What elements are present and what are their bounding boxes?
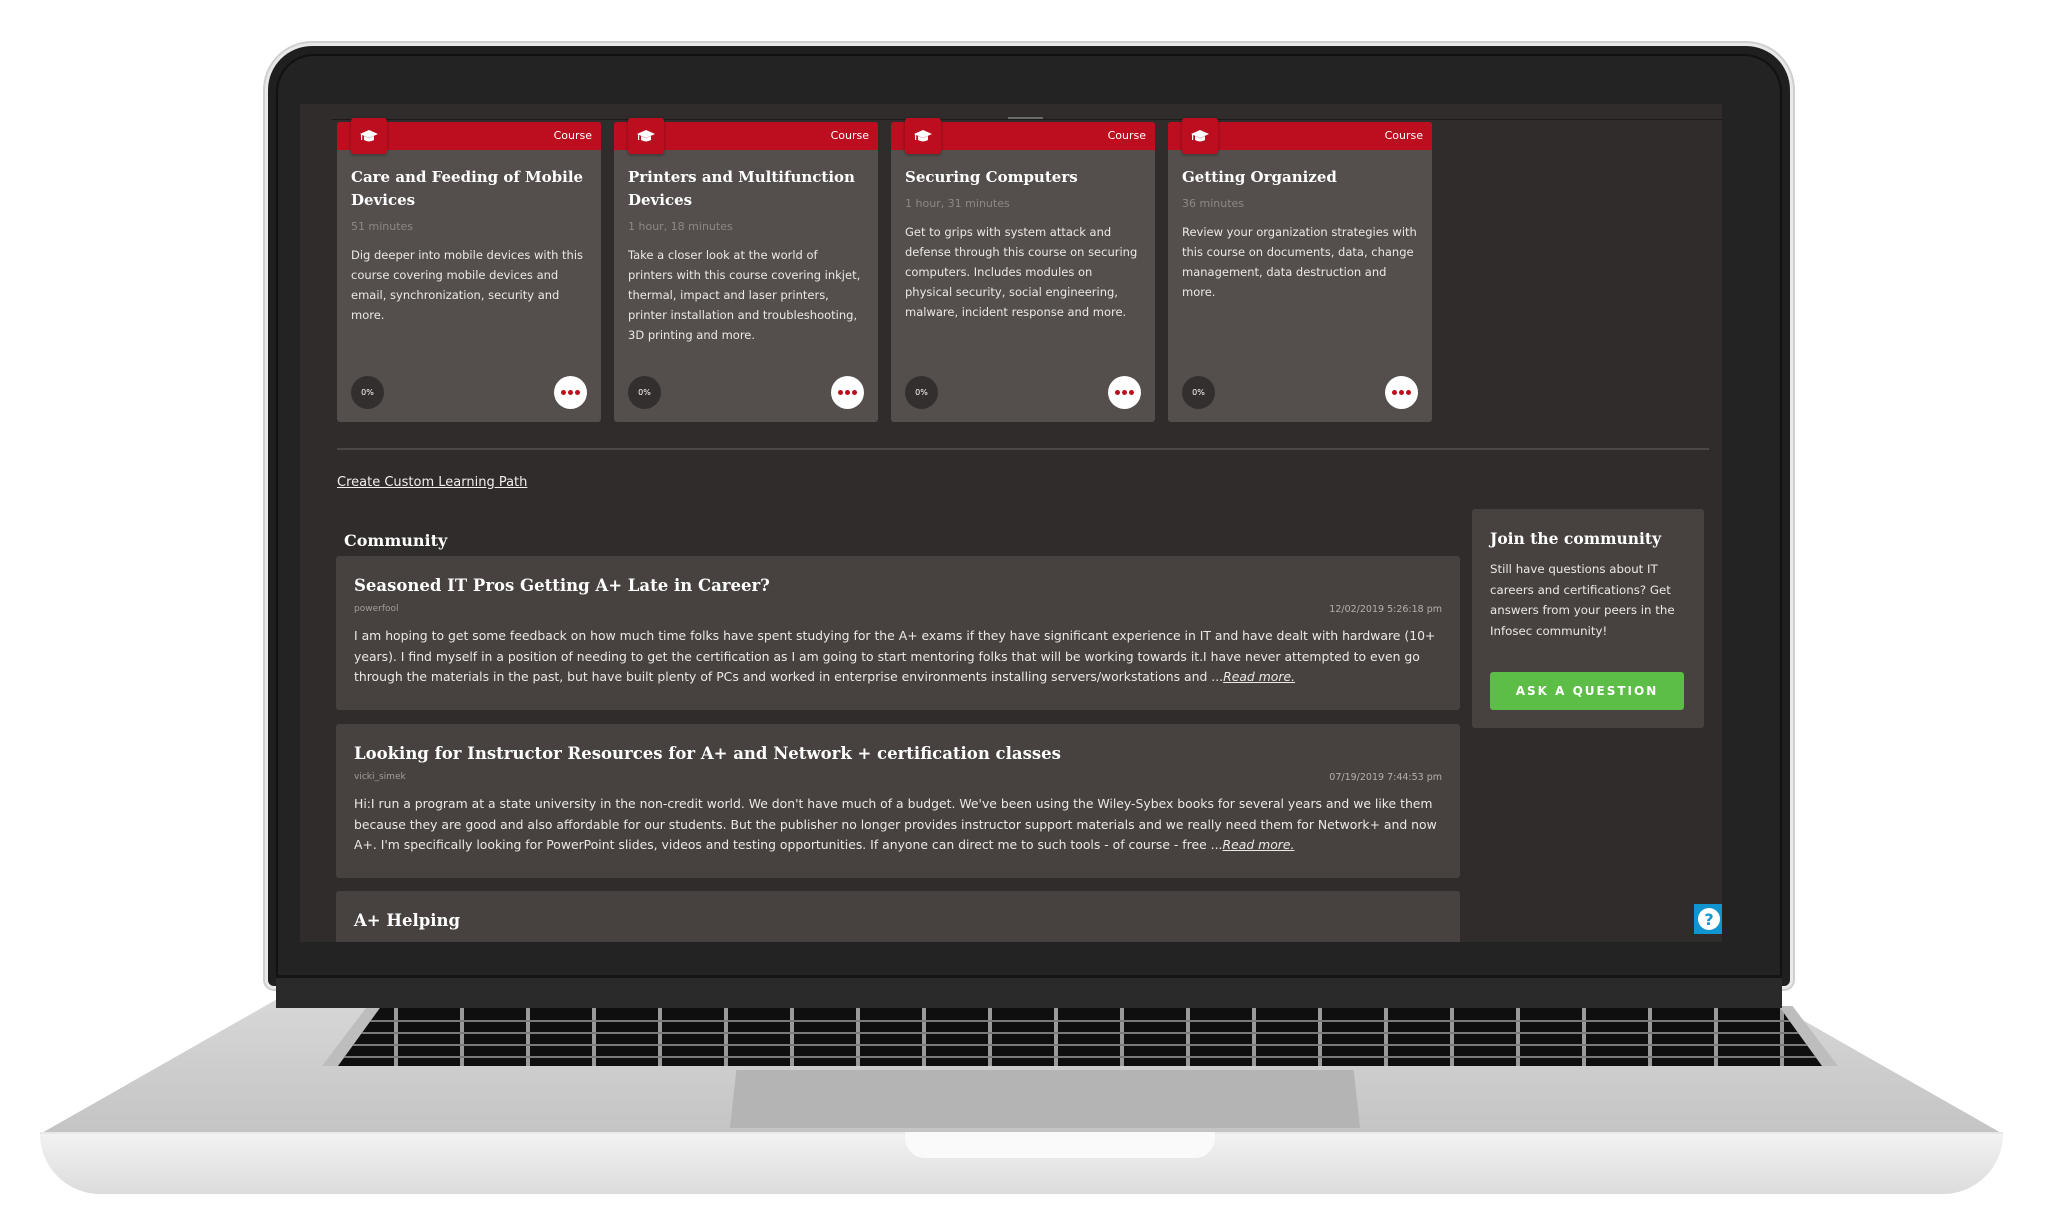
dot-icon [852,390,857,395]
card-header: Course [1168,118,1432,154]
laptop-lid-notch [905,1132,1215,1158]
course-badge [628,118,664,154]
help-button[interactable]: ? [1694,904,1722,934]
dot-icon [845,390,850,395]
post-body: I am hoping to get some feedback on how … [354,626,1444,688]
card-header: Course [337,118,601,154]
question-icon: ? [1698,908,1720,930]
card-header: Course [614,118,878,154]
dot-icon [1399,390,1404,395]
read-more-link[interactable]: Read more. [1223,669,1295,684]
more-options-button[interactable] [831,376,864,409]
graduation-cap-icon [1191,130,1209,142]
community-post[interactable]: Seasoned IT Pros Getting A+ Late in Care… [336,556,1460,710]
laptop-lower-bezel [276,975,1782,1008]
post-date: 12/02/2019 5:26:18 pm [1329,604,1442,615]
course-type-label: Course [830,129,869,142]
post-title[interactable]: Looking for Instructor Resources for A+ … [354,744,1061,763]
post-author: vicki_simek [354,772,406,782]
course-duration: 51 minutes [351,220,414,233]
post-title[interactable]: A+ Helping [354,911,460,930]
course-cards: Course Care and Feeding of Mobile Device… [337,118,1432,422]
course-duration: 36 minutes [1182,197,1245,210]
course-card[interactable]: Course Securing Computers 1 hour, 31 min… [891,118,1155,422]
dot-icon [1115,390,1120,395]
dot-icon [575,390,580,395]
top-divider [332,119,1722,120]
community-heading: Community [344,531,448,550]
post-body: Hi:I run a program at a state university… [354,794,1444,856]
course-card[interactable]: Course Printers and Multifunction Device… [614,118,878,422]
course-title[interactable]: Getting Organized [1182,166,1418,189]
key-row-divider [337,1032,1823,1034]
more-options-button[interactable] [1108,376,1141,409]
scroll-indicator [1008,117,1043,119]
laptop-base [40,1000,2003,1194]
join-community-panel: Join the community Still have questions … [1472,509,1704,728]
course-card[interactable]: Course Care and Feeding of Mobile Device… [337,118,601,422]
ask-a-question-button[interactable]: ASK A QUESTION [1490,672,1684,710]
progress-indicator: 0% [628,376,661,409]
progress-indicator: 0% [351,376,384,409]
card-header: Course [891,118,1155,154]
post-title[interactable]: Seasoned IT Pros Getting A+ Late in Care… [354,576,770,595]
course-badge [905,118,941,154]
graduation-cap-icon [360,130,378,142]
dot-icon [1122,390,1127,395]
course-duration: 1 hour, 18 minutes [628,220,733,233]
progress-indicator: 0% [1182,376,1215,409]
key-row-divider [337,1044,1823,1046]
course-badge [1182,118,1218,154]
course-description: Review your organization strategies with… [1182,225,1417,299]
dot-icon [838,390,843,395]
progress-indicator: 0% [905,376,938,409]
graduation-cap-icon [914,130,932,142]
dot-icon [1406,390,1411,395]
course-description: Get to grips with system attack and defe… [905,225,1138,319]
join-community-text: Still have questions about IT careers an… [1490,562,1675,638]
post-author: powerfool [354,604,399,614]
key-row-divider [337,1056,1823,1058]
dot-icon [568,390,573,395]
course-title[interactable]: Printers and Multifunction Devices [628,166,864,212]
key-row-divider [337,1020,1823,1022]
section-divider [337,448,1709,450]
laptop-trackpad [730,1070,1360,1128]
app-screen: Course Care and Feeding of Mobile Device… [300,104,1722,942]
read-more-link[interactable]: Read more. [1223,837,1295,852]
course-description: Dig deeper into mobile devices with this… [351,248,584,322]
course-title[interactable]: Securing Computers [905,166,1141,189]
more-options-button[interactable] [1385,376,1418,409]
course-title[interactable]: Care and Feeding of Mobile Devices [351,166,587,212]
course-card[interactable]: Course Getting Organized 36 minutes Revi… [1168,118,1432,422]
post-date: 07/19/2019 7:44:53 pm [1329,772,1442,783]
graduation-cap-icon [637,130,655,142]
course-type-label: Course [1107,129,1146,142]
dot-icon [1129,390,1134,395]
course-badge [351,118,387,154]
course-type-label: Course [553,129,592,142]
create-custom-learning-path-link[interactable]: Create Custom Learning Path [337,475,527,490]
join-community-heading: Join the community [1490,529,1662,548]
community-post[interactable]: A+ Helping [336,891,1460,942]
course-duration: 1 hour, 31 minutes [905,197,1010,210]
more-options-button[interactable] [554,376,587,409]
dot-icon [1392,390,1397,395]
laptop-keyboard [337,1008,1823,1066]
course-description: Take a closer look at the world of print… [628,248,861,342]
dot-icon [561,390,566,395]
course-type-label: Course [1384,129,1423,142]
community-post[interactable]: Looking for Instructor Resources for A+ … [336,724,1460,878]
